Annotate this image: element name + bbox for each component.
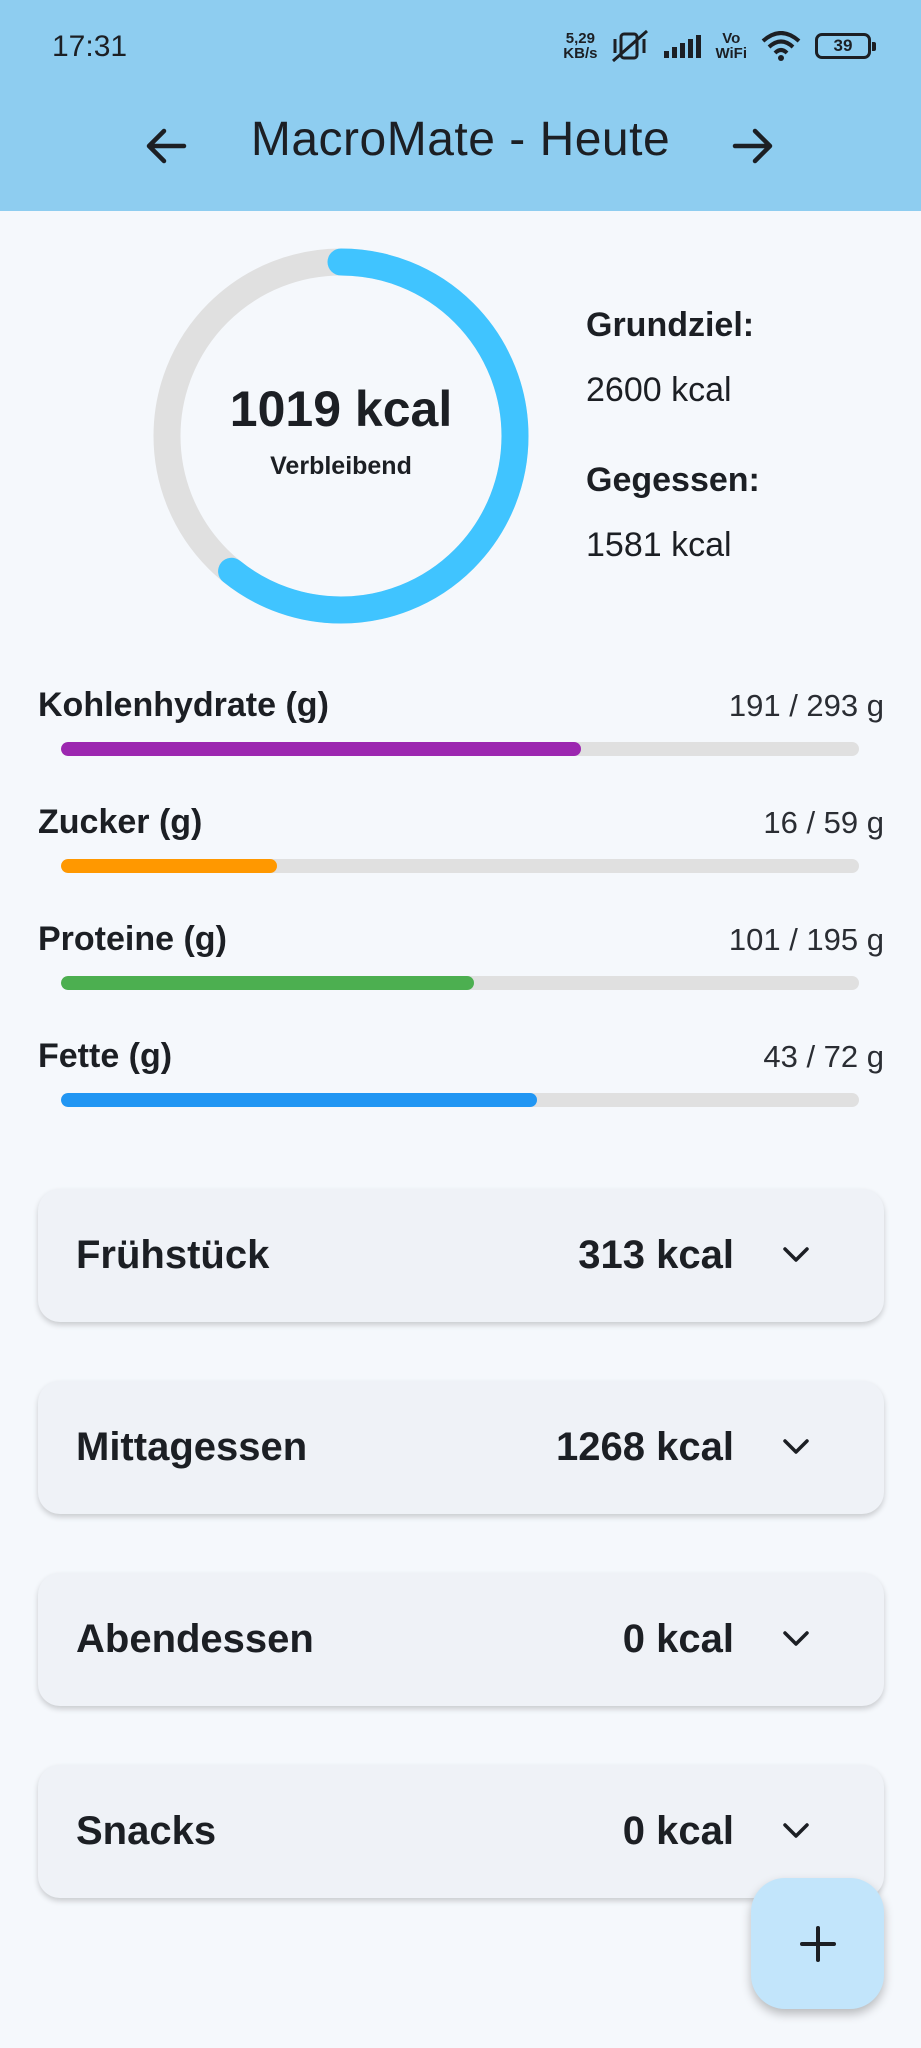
network-speed-unit: KB/s — [563, 45, 598, 62]
goal-block: Grundziel: 2600 kcal — [586, 306, 754, 410]
meal-name: Mittagessen — [76, 1425, 308, 1469]
expand-button[interactable] — [774, 1617, 818, 1661]
eaten-value: 1581 kcal — [586, 526, 732, 564]
meal-card-dinner[interactable]: Abendessen 0 kcal — [38, 1573, 884, 1706]
macro-sugar: Zucker (g) 16 / 59 g — [38, 803, 884, 873]
macro-progress-fill — [61, 1093, 538, 1107]
macro-progress-track — [61, 859, 859, 873]
goal-label: Grundziel: — [586, 306, 755, 344]
expand-button[interactable] — [774, 1425, 818, 1469]
chevron-down-icon — [783, 1823, 809, 1838]
ring-center: 1019 kcal Verbleibend — [150, 245, 532, 627]
macro-progress-track — [61, 1093, 859, 1107]
macro-carbs: Kohlenhydrate (g) 191 / 293 g — [38, 686, 884, 756]
expand-button[interactable] — [774, 1809, 818, 1853]
meal-name: Snacks — [76, 1809, 217, 1853]
meal-card-lunch[interactable]: Mittagessen 1268 kcal — [38, 1381, 884, 1514]
meal-card-snacks[interactable]: Snacks 0 kcal — [38, 1765, 884, 1898]
network-speed-value: 5,29 — [565, 30, 595, 47]
cellular-signal-icon — [664, 35, 702, 58]
macro-progress-track — [61, 742, 859, 756]
vowifi-bottom: WiFi — [715, 45, 747, 62]
macro-name: Proteine (g) — [38, 920, 227, 958]
eaten-label: Gegessen: — [586, 461, 760, 499]
meal-card-breakfast[interactable]: Frühstück 313 kcal — [38, 1189, 884, 1322]
network-speed: 5,29 KB/s — [563, 31, 597, 61]
macro-progress-fill — [61, 742, 582, 756]
macro-name: Zucker (g) — [38, 803, 203, 841]
remaining-label: Verbleibend — [270, 451, 412, 480]
arrow-right-icon — [732, 128, 773, 164]
expand-button[interactable] — [774, 1233, 818, 1277]
macro-amount: 101 / 195 g — [728, 922, 884, 957]
calorie-ring: 1019 kcal Verbleibend — [150, 245, 532, 627]
meal-kcal: 313 kcal — [578, 1233, 734, 1277]
macro-amount: 16 / 59 g — [763, 805, 884, 840]
meal-kcal: 0 kcal — [622, 1617, 734, 1661]
forward-button[interactable] — [723, 116, 783, 176]
wifi-icon — [761, 31, 801, 61]
vibrate-off-icon — [612, 29, 649, 63]
eaten-block: Gegessen: 1581 kcal — [586, 461, 760, 565]
meal-kcal: 1268 kcal — [556, 1425, 734, 1469]
goal-value: 2600 kcal — [586, 371, 732, 409]
status-icons: 5,29 KB/s Vo WiFi 39 — [563, 26, 876, 66]
macro-protein: Proteine (g) 101 / 195 g — [38, 920, 884, 990]
macro-fat: Fette (g) 43 / 72 g — [38, 1037, 884, 1107]
add-food-button[interactable] — [751, 1878, 884, 2009]
macro-progress-fill — [61, 859, 278, 873]
vowifi-indicator: Vo WiFi — [715, 31, 747, 61]
macro-name: Kohlenhydrate (g) — [38, 686, 329, 724]
macro-progress-fill — [61, 976, 475, 990]
chevron-down-icon — [783, 1247, 809, 1262]
vowifi-top: Vo — [722, 30, 741, 47]
meal-kcal: 0 kcal — [622, 1809, 734, 1853]
battery-indicator: 39 — [815, 33, 876, 59]
status-time: 17:31 — [52, 30, 128, 63]
chevron-down-icon — [783, 1439, 809, 1454]
app-header: 17:31 5,29 KB/s Vo WiFi 39 MacroMate - H… — [0, 0, 921, 211]
meal-name: Abendessen — [76, 1617, 314, 1661]
macro-progress-track — [61, 976, 859, 990]
macro-name: Fette (g) — [38, 1037, 173, 1075]
meal-name: Frühstück — [76, 1233, 270, 1277]
remaining-calories: 1019 kcal — [229, 380, 453, 437]
plus-icon — [799, 1925, 836, 1962]
macro-amount: 191 / 293 g — [728, 688, 884, 723]
macro-amount: 43 / 72 g — [763, 1039, 884, 1074]
chevron-down-icon — [783, 1631, 809, 1646]
